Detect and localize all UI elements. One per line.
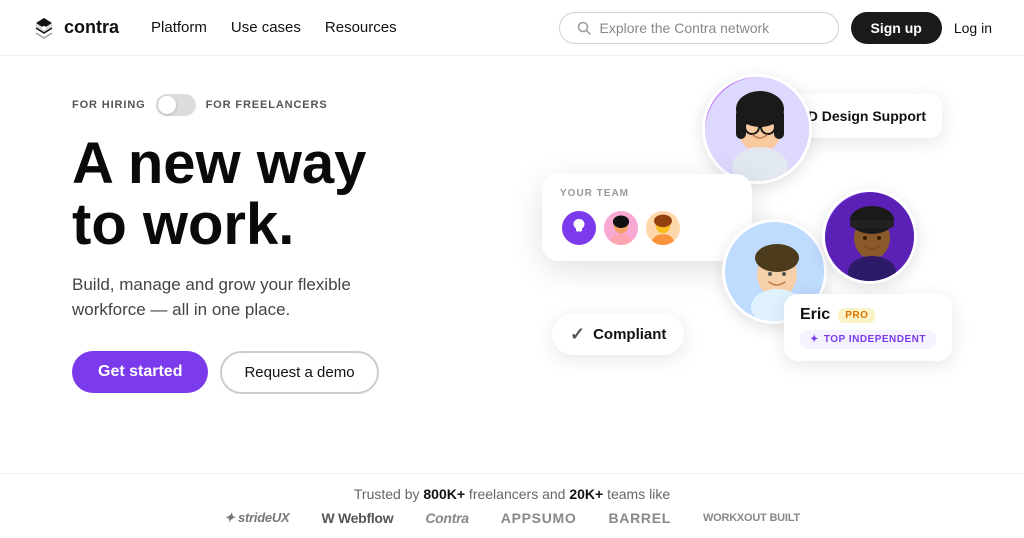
- pro-badge: PRO: [838, 308, 875, 323]
- compliant-label: Compliant: [593, 326, 666, 343]
- search-icon: [576, 20, 592, 36]
- trusted-pre: Trusted by: [354, 486, 424, 502]
- for-hiring-label: FOR HIRING: [72, 99, 146, 111]
- avatar-woman: [702, 74, 812, 184]
- avatar-pink: [602, 209, 640, 247]
- search-placeholder: Explore the Contra network: [600, 20, 770, 36]
- hero-left: FOR HIRING FOR FREELANCERS A new way to …: [72, 84, 492, 538]
- main-content: FOR HIRING FOR FREELANCERS A new way to …: [0, 56, 1024, 538]
- eric-name: Eric: [800, 306, 830, 324]
- hero-title-line1: A new way: [72, 131, 366, 196]
- get-started-button[interactable]: Get started: [72, 351, 208, 393]
- brand-workxout: WORKXOUT BUILT: [703, 512, 800, 524]
- float-area: 3D Design Support: [492, 74, 952, 454]
- avatar-orange: [644, 209, 682, 247]
- nav-platform[interactable]: Platform: [151, 19, 207, 36]
- trusted-bar: Trusted by 800K+ freelancers and 20K+ te…: [0, 473, 1024, 538]
- compliant-badge: ✓ Compliant: [552, 314, 684, 355]
- nav-use-cases[interactable]: Use cases: [231, 19, 301, 36]
- trusted-mid: freelancers and: [465, 486, 569, 502]
- hero-title: A new way to work.: [72, 134, 492, 256]
- hero-title-line2: to work.: [72, 192, 294, 257]
- toggle-row: FOR HIRING FOR FREELANCERS: [72, 94, 492, 116]
- navbar: contra Platform Use cases Resources Expl…: [0, 0, 1024, 56]
- design-badge-label: 3D Design Support: [800, 108, 926, 124]
- top-badge-label: TOP INDEPENDENT: [824, 334, 926, 345]
- eric-name-row: Eric PRO: [800, 306, 936, 324]
- nav-links: Platform Use cases Resources: [151, 19, 397, 36]
- team-card: YOUR TEAM: [542, 174, 752, 261]
- avatar-c: [560, 209, 598, 247]
- trusted-post: teams like: [603, 486, 670, 502]
- signup-button[interactable]: Sign up: [851, 12, 942, 44]
- top-independent-badge: ✦ TOP INDEPENDENT: [800, 330, 936, 349]
- request-demo-button[interactable]: Request a demo: [220, 351, 378, 394]
- eric-face-svg: [825, 192, 917, 284]
- logo[interactable]: contra: [32, 16, 119, 40]
- for-freelancers-label: FOR FREELANCERS: [206, 99, 328, 111]
- nav-right: Explore the Contra network Sign up Log i…: [559, 12, 992, 44]
- avatar-eric: [822, 189, 917, 284]
- woman-face-svg: [705, 77, 812, 184]
- brand-webflow: W Webflow: [321, 510, 393, 526]
- team-card-label: YOUR TEAM: [560, 188, 734, 199]
- brand-contra: Contra: [425, 510, 468, 526]
- mode-toggle[interactable]: [156, 94, 196, 116]
- check-icon: ✓: [570, 324, 585, 345]
- search-bar[interactable]: Explore the Contra network: [559, 12, 839, 44]
- cta-row: Get started Request a demo: [72, 351, 492, 394]
- eric-card: Eric PRO ✦ TOP INDEPENDENT: [784, 294, 952, 361]
- toggle-knob: [158, 96, 176, 114]
- nav-left: contra Platform Use cases Resources: [32, 16, 397, 40]
- diamond-icon: ✦: [810, 334, 819, 345]
- trusted-text: Trusted by 800K+ freelancers and 20K+ te…: [32, 486, 992, 502]
- hero-subtitle: Build, manage and grow your flexible wor…: [72, 272, 412, 323]
- trusted-freelancers: 800K+: [423, 486, 465, 502]
- login-link[interactable]: Log in: [954, 20, 992, 36]
- trusted-teams: 20K+: [569, 486, 603, 502]
- logo-icon: [32, 16, 56, 40]
- nav-resources[interactable]: Resources: [325, 19, 397, 36]
- hero-right: 3D Design Support: [492, 84, 952, 538]
- brand-appsumo: APPSUMO: [501, 510, 577, 526]
- brand-logos: ✦ strideUX W Webflow Contra APPSUMO BARR…: [32, 510, 992, 526]
- logo-text: contra: [64, 17, 119, 38]
- brand-barrel: BARREL: [608, 510, 671, 526]
- brand-stride: ✦ strideUX: [224, 510, 289, 526]
- team-avatars: [560, 209, 734, 247]
